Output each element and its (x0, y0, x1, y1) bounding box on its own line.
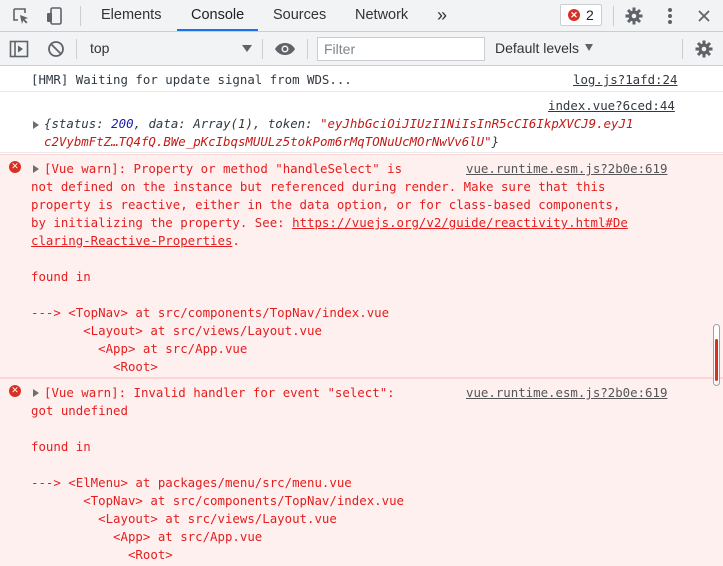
active-tab-indicator (177, 29, 258, 31)
console-error-message: ✕ [Vue warn]: Invalid handler for event … (0, 378, 723, 566)
scrollbar-error-marker (715, 339, 718, 381)
console-scrollbar[interactable] (713, 324, 720, 386)
source-link[interactable]: vue.runtime.esm.js?2b0e:619 (466, 384, 667, 402)
console-message: index.vue?6ced:44 {status: 200, data: Ar… (0, 93, 723, 153)
context-selector[interactable]: top (82, 37, 258, 59)
devtools-tab-bar: Elements Console Sources Network » ✕ 2 (0, 0, 723, 32)
divider (613, 6, 614, 26)
source-link[interactable]: index.vue?6ced:44 (548, 97, 675, 115)
trace-line: <Layout> at src/views/Layout.vue (31, 511, 337, 526)
error-text-line: property is reactive, either in the data… (31, 197, 621, 212)
trace-line: ---> <TopNav> at src/components/TopNav/i… (31, 305, 390, 320)
trace-line: <Root> (31, 547, 173, 562)
inspect-element-icon[interactable] (9, 4, 33, 28)
error-text-line: by initializing the property. See: https… (31, 215, 628, 230)
kebab-menu-icon[interactable] (658, 4, 682, 28)
error-text-line: claring-Reactive-Properties. (31, 233, 240, 248)
console-toolbar: top Default levels (0, 32, 723, 66)
docs-link-continued[interactable]: claring-Reactive-Properties (31, 233, 232, 248)
divider (76, 39, 77, 59)
error-text-line: got undefined (31, 403, 128, 418)
source-link[interactable]: vue.runtime.esm.js?2b0e:619 (466, 160, 667, 178)
divider (682, 39, 683, 59)
console-output: [HMR] Waiting for update signal from WDS… (0, 66, 723, 566)
expand-triangle-icon[interactable] (33, 165, 39, 173)
console-error-message: ✕ [Vue warn]: Property or method "handle… (0, 154, 723, 378)
trace-line: <Root> (31, 359, 158, 374)
log-levels-dropdown[interactable]: Default levels (495, 40, 594, 56)
eye-icon[interactable] (273, 37, 297, 61)
context-value: top (90, 40, 110, 56)
message-text: [HMR] Waiting for update signal from WDS… (31, 72, 352, 87)
log-levels-label: Default levels (495, 40, 580, 56)
source-link[interactable]: log.js?1afd:24 (573, 71, 677, 89)
console-message: [HMR] Waiting for update signal from WDS… (0, 66, 723, 92)
dropdown-arrow-icon (585, 44, 594, 51)
object-preview-continued: c2VybmFtZ…TQ4fQ.BWe_pKcIbqsMUULz5tokPom6… (44, 134, 500, 149)
error-first-line: [Vue warn]: Invalid handler for event "s… (44, 385, 395, 400)
trace-line: ---> <ElMenu> at packages/menu/src/menu.… (31, 475, 352, 490)
device-toolbar-icon[interactable] (43, 4, 67, 28)
tab-network[interactable]: Network (355, 0, 408, 31)
expand-triangle-icon[interactable] (33, 121, 39, 129)
tab-sources[interactable]: Sources (273, 0, 326, 31)
divider (80, 6, 81, 26)
found-in-label: found in (31, 439, 91, 454)
close-devtools-icon[interactable] (692, 4, 716, 28)
error-circle-icon: ✕ (9, 385, 21, 397)
sidebar-toggle-icon[interactable] (7, 37, 31, 61)
error-first-line: [Vue warn]: Property or method "handleSe… (44, 161, 403, 176)
error-circle-icon: ✕ (9, 161, 21, 173)
expand-triangle-icon[interactable] (33, 389, 39, 397)
settings-gear-icon[interactable] (622, 4, 646, 28)
error-count: 2 (586, 7, 594, 23)
filter-input[interactable] (317, 37, 485, 61)
dropdown-arrow-icon (242, 45, 252, 52)
trace-line: <Layout> at src/views/Layout.vue (31, 323, 322, 338)
error-circle-icon: ✕ (568, 9, 580, 21)
docs-link[interactable]: https://vuejs.org/v2/guide/reactivity.ht… (292, 215, 628, 230)
error-text-line: not defined on the instance but referenc… (31, 179, 606, 194)
tab-elements[interactable]: Elements (101, 0, 161, 31)
object-preview[interactable]: {status: 200, data: Array(1), token: "ey… (44, 115, 633, 133)
trace-line: <App> at src/App.vue (31, 529, 263, 544)
clear-console-icon[interactable] (44, 37, 68, 61)
divider (262, 39, 263, 59)
console-settings-gear-icon[interactable] (692, 37, 716, 61)
more-tabs-icon[interactable]: » (437, 0, 447, 31)
trace-line: <TopNav> at src/components/TopNav/index.… (31, 493, 404, 508)
error-count-badge[interactable]: ✕ 2 (560, 4, 602, 26)
divider (307, 39, 308, 59)
tab-console[interactable]: Console (191, 0, 244, 31)
trace-line: <App> at src/App.vue (31, 341, 248, 356)
found-in-label: found in (31, 269, 91, 284)
